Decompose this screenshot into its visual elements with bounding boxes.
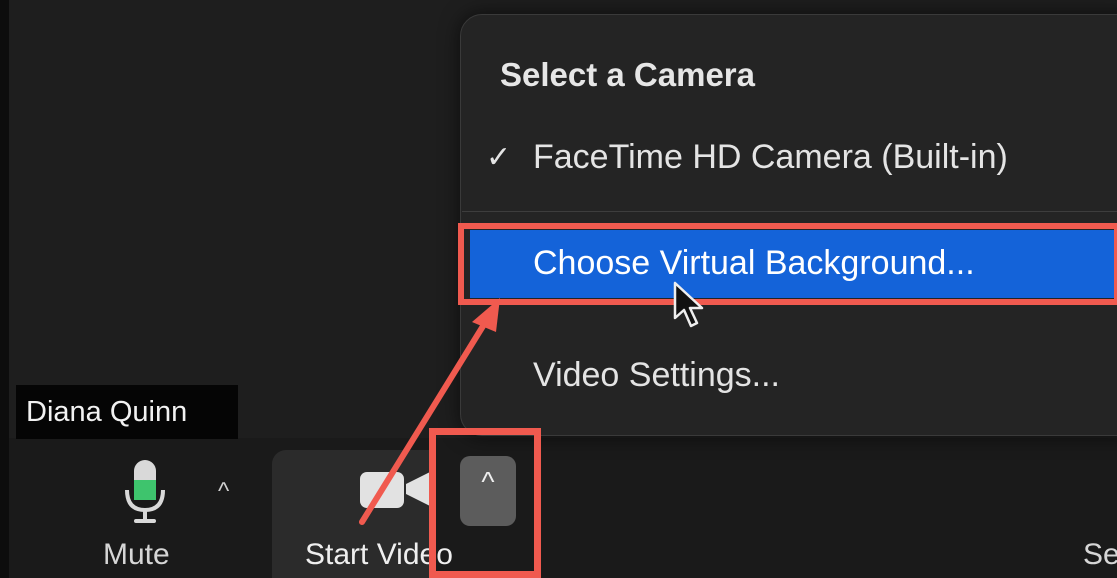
window-edge (0, 0, 9, 578)
meeting-toolbar (9, 438, 1117, 578)
microphone-icon[interactable] (122, 458, 168, 526)
video-camera-icon[interactable] (358, 466, 432, 512)
camera-option-facetime[interactable]: FaceTime HD Camera (Built-in) (533, 138, 1008, 177)
menu-divider (462, 211, 1117, 212)
highlight-box-video-caret (429, 428, 541, 578)
participant-name-tag: Diana Quinn (16, 385, 238, 439)
check-icon: ✓ (486, 141, 512, 174)
video-settings-item[interactable]: Video Settings... (533, 356, 780, 395)
highlight-box-virtual-background (458, 223, 1117, 305)
mute-button[interactable]: Mute (103, 538, 170, 572)
camera-menu-heading: Select a Camera (500, 56, 755, 93)
truncated-toolbar-label[interactable]: Se (1083, 538, 1117, 572)
audio-options-caret-icon[interactable]: ^ (218, 478, 229, 506)
mouse-cursor-icon (673, 281, 704, 328)
participant-name: Diana Quinn (26, 396, 188, 428)
